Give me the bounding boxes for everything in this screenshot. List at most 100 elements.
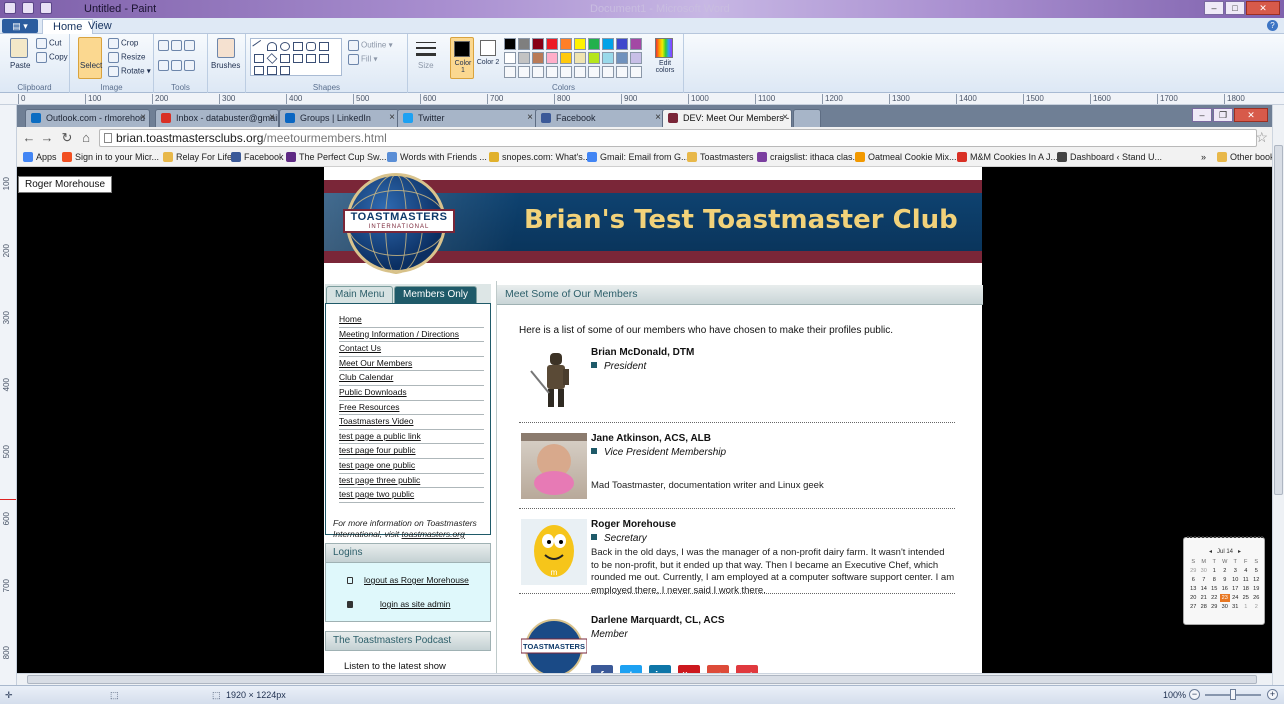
nav-link[interactable]: Toastmasters Video (339, 415, 484, 430)
edit-colors-button[interactable]: Edit colors (652, 60, 678, 74)
tab-main-menu[interactable]: Main Menu (326, 286, 394, 303)
magnifier-icon[interactable] (184, 60, 195, 71)
bookmark-item[interactable]: Gmail: Email from G... (587, 152, 689, 162)
triangle-shape-icon[interactable] (254, 54, 264, 63)
resize-button[interactable]: Resize (108, 52, 145, 63)
nav-link[interactable]: Home (339, 313, 484, 328)
undo-icon[interactable] (22, 2, 34, 14)
calendar-day[interactable]: 14 (1199, 585, 1210, 593)
bookmark-item[interactable]: The Perfect Cup Sw... (286, 152, 387, 162)
crop-button[interactable]: Crop (108, 38, 138, 49)
tab-members-only[interactable]: Members Only (394, 286, 478, 303)
calendar-day[interactable]: 30 (1199, 567, 1210, 575)
color-swatch[interactable] (546, 38, 558, 50)
toastmasters-logo[interactable]: TOASTMASTERS INTERNATIONAL (343, 173, 455, 274)
calendar-day[interactable]: 8 (1209, 576, 1220, 584)
color-swatch[interactable] (532, 52, 544, 64)
color-swatch[interactable] (588, 38, 600, 50)
nav-link[interactable]: Public Downloads (339, 386, 484, 401)
calendar-day[interactable]: 4 (1241, 567, 1252, 575)
browser-tab[interactable]: Facebook × (535, 109, 665, 127)
calendar-day[interactable]: 16 (1220, 585, 1231, 593)
logout-link[interactable]: logout as Roger Morehouse (364, 575, 469, 585)
bookmark-item[interactable]: Dashboard ‹ Stand U... (1057, 152, 1162, 162)
calendar-day[interactable]: 22 (1209, 594, 1220, 602)
rounded-rectangle-shape-icon[interactable] (306, 42, 316, 51)
eraser-icon[interactable] (158, 60, 169, 71)
calendar-gadget[interactable]: ◂ Jul 14 ▸ S M T W T F S 29 30 1 2 3 4 5 6 7 8 9 10 11 12 13 1… (1183, 536, 1265, 625)
pentagon-shape-icon[interactable] (280, 54, 290, 63)
back-icon[interactable]: ← (21, 130, 37, 146)
bookmark-item[interactable]: Other book (1217, 152, 1272, 162)
bookmarks-overflow-button[interactable]: » (1201, 152, 1206, 162)
select-button[interactable] (78, 37, 102, 79)
member-photo[interactable] (521, 433, 587, 499)
bookmark-item[interactable]: snopes.com: What's... (489, 152, 590, 162)
cut-button[interactable]: Cut (36, 38, 61, 49)
nav-link[interactable]: test page a public link (339, 430, 484, 445)
outline-button[interactable]: Outline ▾ (348, 40, 393, 51)
tab-close-icon[interactable]: × (655, 110, 661, 126)
calendar-day[interactable]: 21 (1199, 594, 1210, 602)
calendar-day[interactable]: 30 (1220, 603, 1231, 611)
nav-link[interactable]: Meeting Information / Directions (339, 328, 484, 343)
empty-color-slot[interactable] (574, 66, 586, 78)
vertical-scroll-thumb[interactable] (1274, 145, 1283, 495)
maximize-button[interactable]: □ (1225, 1, 1245, 15)
calendar-day[interactable]: 29 (1188, 567, 1199, 575)
home-icon[interactable]: ⌂ (78, 130, 94, 146)
help-icon[interactable]: ? (1267, 20, 1278, 31)
calendar-day[interactable]: 31 (1230, 603, 1241, 611)
empty-color-slot[interactable] (518, 66, 530, 78)
bookmark-item[interactable]: Apps (23, 152, 57, 162)
social-icon[interactable]: f (591, 665, 613, 673)
color2-button[interactable] (480, 40, 496, 56)
empty-color-slot[interactable] (546, 66, 558, 78)
color-swatch[interactable] (574, 52, 586, 64)
canvas-image[interactable]: Outlook.com - rlmorehou × Inbox - databust… (17, 105, 1272, 673)
calendar-day[interactable]: 11 (1241, 576, 1252, 584)
bookmark-item[interactable]: Facebook (231, 152, 284, 162)
calendar-day[interactable]: 2 (1220, 567, 1231, 575)
empty-color-slot[interactable] (616, 66, 628, 78)
calendar-day[interactable]: 28 (1199, 603, 1210, 611)
color-swatch[interactable] (546, 52, 558, 64)
fill-button[interactable]: Fill ▾ (348, 54, 377, 65)
browser-tab[interactable]: DEV: Meet Our Members - × (662, 109, 792, 127)
member-photo[interactable]: TOASTMASTERS (520, 615, 588, 673)
social-icon[interactable]: g+ (707, 665, 729, 673)
zoom-in-button[interactable]: + (1267, 689, 1278, 700)
callout-shape-icon[interactable] (254, 66, 264, 75)
nav-link[interactable]: Free Resources (339, 401, 484, 416)
calendar-day[interactable]: 15 (1209, 585, 1220, 593)
color-swatch[interactable] (588, 52, 600, 64)
color-swatch[interactable] (518, 52, 530, 64)
nav-link[interactable]: Contact Us (339, 342, 484, 357)
forward-icon[interactable]: → (39, 130, 55, 146)
bookmark-item[interactable]: craigslist: ithaca clas... (757, 152, 860, 162)
member-photo[interactable]: m (521, 519, 587, 585)
curve-shape-icon[interactable] (267, 42, 277, 51)
calendar-day[interactable]: 12 (1251, 576, 1262, 584)
calendar-day[interactable]: 2 (1251, 603, 1262, 611)
address-bar[interactable]: brian.toastmastersclubs.org/meetourmembe… (99, 129, 1257, 147)
color-picker-icon[interactable] (171, 60, 182, 71)
calendar-day[interactable]: 18 (1241, 585, 1252, 593)
calendar-day[interactable]: 7 (1199, 576, 1210, 584)
social-icon[interactable]: t (620, 665, 642, 673)
browser-tab[interactable]: Outlook.com - rlmorehou × (25, 109, 150, 127)
polygon-shape-icon[interactable] (319, 42, 329, 51)
social-icon[interactable]: in (649, 665, 671, 673)
minimize-button[interactable]: – (1204, 1, 1224, 15)
color-swatch[interactable] (602, 52, 614, 64)
empty-color-slot[interactable] (504, 66, 516, 78)
zoom-slider-thumb[interactable] (1230, 689, 1236, 700)
size-button[interactable]: Size (418, 61, 434, 70)
save-icon[interactable] (4, 2, 16, 14)
pencil-icon[interactable] (158, 40, 169, 51)
color-swatch[interactable] (560, 38, 572, 50)
tab-close-icon[interactable]: × (782, 110, 788, 126)
diamond-shape-icon[interactable] (266, 53, 278, 64)
bookmark-item[interactable]: Relay For Life (163, 152, 232, 162)
empty-color-slot[interactable] (560, 66, 572, 78)
